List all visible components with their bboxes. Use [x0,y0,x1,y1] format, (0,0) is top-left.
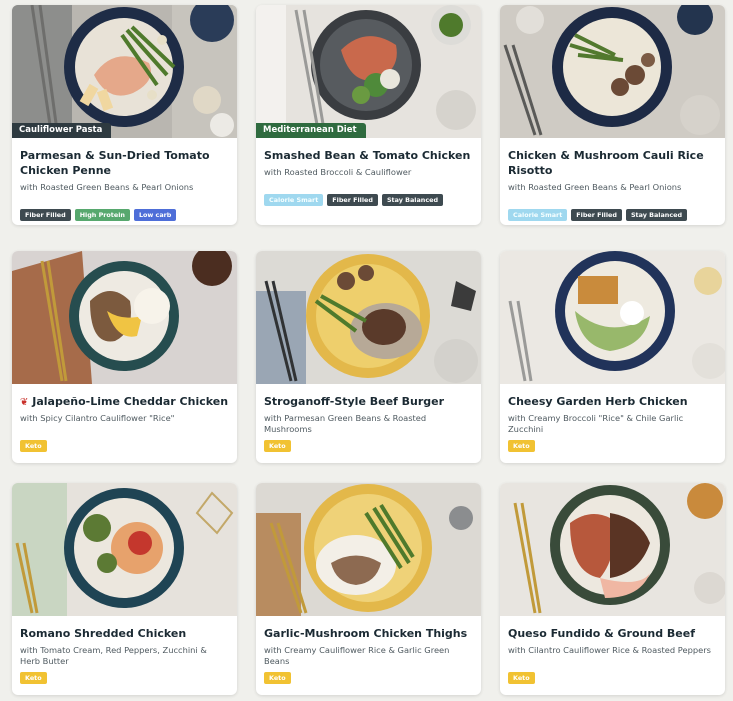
meal-card-jalapeno-lime-chicken[interactable]: ❦ Jalapeño-Lime Cheddar Chicken with Spi… [12,251,237,463]
badge-row: Keto [264,440,475,452]
diet-tag: Mediterranean Diet [256,123,366,138]
meal-photo[interactable] [500,251,725,384]
meal-subtitle: with Creamy Cauliflower Rice & Garlic Gr… [264,645,450,666]
meal-title[interactable]: Smashed Bean & Tomato Chicken [264,148,473,163]
keto-badge: Keto [20,440,47,452]
stay-balanced-badge: Stay Balanced [381,194,444,206]
badge-row: Keto [20,672,231,684]
keto-badge: Keto [264,672,291,684]
badge-row: Fiber Filled High Protein Low carb [20,209,231,221]
meal-photo[interactable] [12,251,237,384]
badge-row: Keto [508,672,719,684]
high-protein-badge: High Protein [74,209,130,221]
meal-photo[interactable] [500,5,725,138]
meal-subtitle: with Roasted Green Beans & Pearl Onions [20,182,194,192]
calorie-smart-badge: Calorie Smart [508,209,568,221]
calorie-smart-badge: Calorie Smart [264,194,324,206]
keto-badge: Keto [20,672,47,684]
meal-photo[interactable] [256,251,481,384]
meal-title[interactable]: Stroganoff-Style Beef Burger [264,394,473,409]
diet-tag: Cauliflower Pasta [12,123,112,138]
meal-card-stroganoff-beef-burger[interactable]: Stroganoff-Style Beef Burger with Parmes… [256,251,481,463]
badge-row: Keto [508,440,719,452]
badge-row: Calorie Smart Fiber Filled Stay Balanced [508,209,719,221]
meal-card-cheesy-garden-herb-chicken[interactable]: Cheesy Garden Herb Chicken with Creamy B… [500,251,725,463]
fiber-filled-badge: Fiber Filled [20,209,71,221]
keto-badge: Keto [264,440,291,452]
meal-title[interactable]: ❦ Jalapeño-Lime Cheddar Chicken [20,394,229,410]
meal-photo[interactable] [12,5,237,138]
meal-title[interactable]: Romano Shredded Chicken [20,626,229,641]
meal-title[interactable]: Parmesan & Sun-Dried Tomato Chicken Penn… [20,148,229,178]
meal-subtitle: with Roasted Broccoli & Cauliflower [264,167,412,177]
meal-subtitle: with Tomato Cream, Red Peppers, Zucchini… [20,645,207,666]
meal-title[interactable]: Cheesy Garden Herb Chicken [508,394,717,409]
badge-row: Calorie Smart Fiber Filled Stay Balanced [264,194,475,206]
meal-card-garlic-mushroom-chicken-thighs[interactable]: Garlic-Mushroom Chicken Thighs with Crea… [256,483,481,695]
meal-card-queso-fundido-ground-beef[interactable]: Queso Fundido & Ground Beef with Cilantr… [500,483,725,695]
low-carb-badge: Low carb [133,209,177,221]
meal-title[interactable]: Garlic-Mushroom Chicken Thighs [264,626,473,641]
meal-subtitle: with Parmesan Green Beans & Roasted Mush… [264,413,427,434]
meal-photo[interactable] [256,483,481,616]
chili-pepper-icon: ❦ [20,397,29,408]
stay-balanced-badge: Stay Balanced [625,209,688,221]
badge-row: Keto [264,672,475,684]
meal-card-parmesan-chicken-penne[interactable]: Cauliflower Pasta Parmesan & Sun-Dried T… [12,5,237,225]
meal-title-text: Jalapeño-Lime Cheddar Chicken [32,395,229,408]
meal-subtitle: with Spicy Cilantro Cauliflower "Rice" [20,413,175,423]
meal-card-chicken-mushroom-risotto[interactable]: Chicken & Mushroom Cauli Rice Risotto wi… [500,5,725,225]
meal-photo[interactable] [500,483,725,616]
meal-card-smashed-bean-chicken[interactable]: Mediterranean Diet Smashed Bean & Tomato… [256,5,481,225]
keto-badge: Keto [508,672,535,684]
meal-photo[interactable] [12,483,237,616]
fiber-filled-badge: Fiber Filled [327,194,378,206]
meal-title[interactable]: Queso Fundido & Ground Beef [508,626,717,641]
meal-subtitle: with Creamy Broccoli "Rice" & Chile Garl… [508,413,684,434]
meal-photo[interactable] [256,5,481,138]
fiber-filled-badge: Fiber Filled [571,209,622,221]
keto-badge: Keto [508,440,535,452]
meal-title[interactable]: Chicken & Mushroom Cauli Rice Risotto [508,148,717,178]
meal-card-romano-shredded-chicken[interactable]: Romano Shredded Chicken with Tomato Crea… [12,483,237,695]
meal-subtitle: with Cilantro Cauliflower Rice & Roasted… [508,645,711,655]
meal-subtitle: with Roasted Green Beans & Pearl Onions [508,182,682,192]
badge-row: Keto [20,440,231,452]
